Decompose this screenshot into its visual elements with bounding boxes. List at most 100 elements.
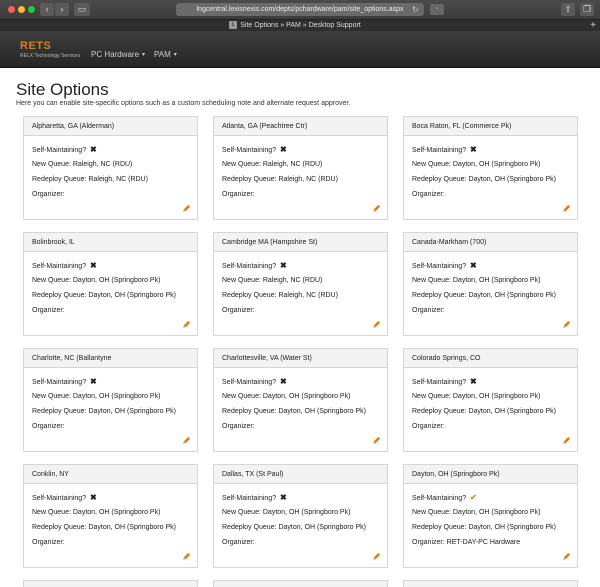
redeploy-queue-value: Dayton, OH (Springboro Pk): [278, 524, 366, 531]
pencil-icon[interactable]: [182, 552, 191, 561]
pencil-icon[interactable]: [562, 320, 571, 329]
organizer-row: Organizer:: [222, 535, 379, 550]
favicon-icon: L: [229, 21, 238, 30]
self-maintaining-label: Self-Maintaining?: [32, 263, 87, 270]
pencil-icon[interactable]: [562, 204, 571, 213]
new-queue-value: Dayton, OH (Springboro Pk): [452, 277, 541, 284]
site-card-title: Alpharetta, GA (Alderman): [24, 117, 197, 136]
site-card-title: Charlottesville, VA (Water St): [214, 349, 387, 368]
redeploy-queue-value: Raleigh, NC (RDU): [88, 176, 148, 183]
self-maintaining-label: Self-Maintaining?: [412, 495, 467, 502]
redeploy-queue-label: Redeploy Queue:: [32, 408, 87, 415]
new-queue-value: Raleigh, NC (RDU): [72, 161, 133, 168]
new-queue-value: Raleigh, NC (RDU): [262, 161, 323, 168]
pencil-icon[interactable]: [182, 204, 191, 213]
reload-icon[interactable]: ↻: [412, 3, 419, 16]
check-icon: ✔: [470, 493, 477, 502]
self-maintaining-label: Self-Maintaining?: [412, 147, 467, 154]
new-queue-value: Dayton, OH (Springboro Pk): [72, 509, 161, 516]
nav-pc-hardware[interactable]: PC Hardware ▾: [91, 50, 145, 59]
redeploy-queue-label: Redeploy Queue:: [412, 176, 467, 183]
tab-title: Site Options » PAM » Desktop Support: [240, 22, 361, 29]
site-card-partial: [23, 580, 198, 587]
tabs-overview-icon[interactable]: ❐: [580, 3, 594, 16]
site-card: Cambridge MA (Hampshire St) Self-Maintain…: [213, 232, 388, 336]
minimize-window-icon[interactable]: [18, 6, 25, 13]
self-maintaining-row: Self-Maintaining? ✔: [412, 490, 569, 505]
new-queue-row: New Queue: Dayton, OH (Springboro Pk): [222, 389, 379, 404]
redeploy-queue-label: Redeploy Queue:: [32, 176, 87, 183]
site-card-partial: [213, 580, 388, 587]
site-card-title: Canada-Markham (700): [404, 233, 577, 252]
redeploy-queue-row: Redeploy Queue: Dayton, OH (Springboro P…: [32, 288, 189, 303]
organizer-label: Organizer:: [412, 307, 445, 314]
self-maintaining-row: Self-Maintaining? ✖: [412, 142, 569, 157]
extension-icon[interactable]: ▫: [430, 4, 444, 15]
self-maintaining-row: Self-Maintaining? ✖: [412, 374, 569, 389]
site-card-body: Self-Maintaining? ✖ New Queue: Raleigh, N…: [214, 252, 387, 335]
close-window-icon[interactable]: [8, 6, 15, 13]
new-queue-row: New Queue: Raleigh, NC (RDU): [32, 157, 189, 172]
self-maintaining-label: Self-Maintaining?: [222, 379, 277, 386]
logo[interactable]: RETS: [20, 40, 51, 52]
self-maintaining-label: Self-Maintaining?: [222, 263, 277, 270]
pencil-icon[interactable]: [372, 552, 381, 561]
organizer-row: Organizer: RET-DAY-PC Hardware: [412, 535, 569, 550]
url-bar[interactable]: lngcentral.lexisnexis.com/depts/pchardwa…: [176, 3, 424, 16]
organizer-row: Organizer:: [412, 419, 569, 434]
site-card: Dayton, OH (Springboro Pk) Self-Maintaini…: [403, 464, 578, 568]
site-card-body: Self-Maintaining? ✖ New Queue: Dayton, OH…: [24, 484, 197, 567]
new-queue-row: New Queue: Raleigh, NC (RDU): [222, 157, 379, 172]
new-queue-row: New Queue: Dayton, OH (Springboro Pk): [412, 505, 569, 520]
page-title: Site Options: [16, 80, 109, 99]
logo-subtitle: RELX Technology Services: [20, 53, 81, 59]
redeploy-queue-label: Redeploy Queue:: [32, 524, 87, 531]
new-queue-value: Dayton, OH (Springboro Pk): [452, 161, 541, 168]
site-card: Atlanta, GA (Peachtree Ctr) Self-Maintain…: [213, 116, 388, 220]
organizer-label: Organizer:: [222, 191, 255, 198]
site-card-title: Atlanta, GA (Peachtree Ctr): [214, 117, 387, 136]
self-maintaining-label: Self-Maintaining?: [32, 379, 87, 386]
redeploy-queue-value: Dayton, OH (Springboro Pk): [468, 292, 556, 299]
pencil-icon[interactable]: [182, 320, 191, 329]
pencil-icon[interactable]: [182, 436, 191, 445]
nav-pam[interactable]: PAM ▾: [154, 50, 177, 59]
forward-icon[interactable]: ›: [55, 3, 69, 16]
sidebar-icon[interactable]: ▭: [74, 3, 90, 16]
pencil-icon[interactable]: [372, 320, 381, 329]
pencil-icon[interactable]: [372, 436, 381, 445]
new-queue-label: New Queue:: [32, 393, 71, 400]
organizer-row: Organizer:: [222, 419, 379, 434]
site-card: Conklin, NY Self-Maintaining? ✖ New Queue:…: [23, 464, 198, 568]
nav-pam-label: PAM: [154, 50, 171, 59]
site-card-title: Colorado Springs, CO: [404, 349, 577, 368]
organizer-row: Organizer:: [32, 419, 189, 434]
organizer-label: Organizer:: [222, 539, 255, 546]
pencil-icon[interactable]: [562, 552, 571, 561]
redeploy-queue-label: Redeploy Queue:: [412, 524, 467, 531]
new-queue-row: New Queue: Dayton, OH (Springboro Pk): [32, 273, 189, 288]
redeploy-queue-row: Redeploy Queue: Raleigh, NC (RDU): [32, 172, 189, 187]
back-icon[interactable]: ‹: [40, 3, 54, 16]
pencil-icon[interactable]: [372, 204, 381, 213]
maximize-window-icon[interactable]: [28, 6, 35, 13]
redeploy-queue-value: Dayton, OH (Springboro Pk): [468, 524, 556, 531]
organizer-label: Organizer:: [412, 539, 445, 546]
new-queue-label: New Queue:: [32, 161, 71, 168]
new-queue-label: New Queue:: [32, 277, 71, 284]
pencil-icon[interactable]: [562, 436, 571, 445]
site-card-body: Self-Maintaining? ✖ New Queue: Raleigh, N…: [24, 136, 197, 219]
share-icon[interactable]: ⇧: [561, 3, 575, 16]
self-maintaining-row: Self-Maintaining? ✖: [412, 258, 569, 273]
new-queue-value: Dayton, OH (Springboro Pk): [262, 393, 351, 400]
redeploy-queue-row: Redeploy Queue: Dayton, OH (Springboro P…: [412, 404, 569, 419]
new-queue-value: Dayton, OH (Springboro Pk): [72, 277, 161, 284]
redeploy-queue-value: Dayton, OH (Springboro Pk): [468, 408, 556, 415]
redeploy-queue-value: Raleigh, NC (RDU): [278, 176, 338, 183]
self-maintaining-label: Self-Maintaining?: [412, 263, 467, 270]
new-queue-label: New Queue:: [412, 509, 451, 516]
x-icon: ✖: [90, 261, 97, 270]
site-card: Dallas, TX (St Paul) Self-Maintaining? ✖ N…: [213, 464, 388, 568]
site-card-body: Self-Maintaining? ✖ New Queue: Dayton, OH…: [24, 252, 197, 335]
new-queue-label: New Queue:: [412, 161, 451, 168]
